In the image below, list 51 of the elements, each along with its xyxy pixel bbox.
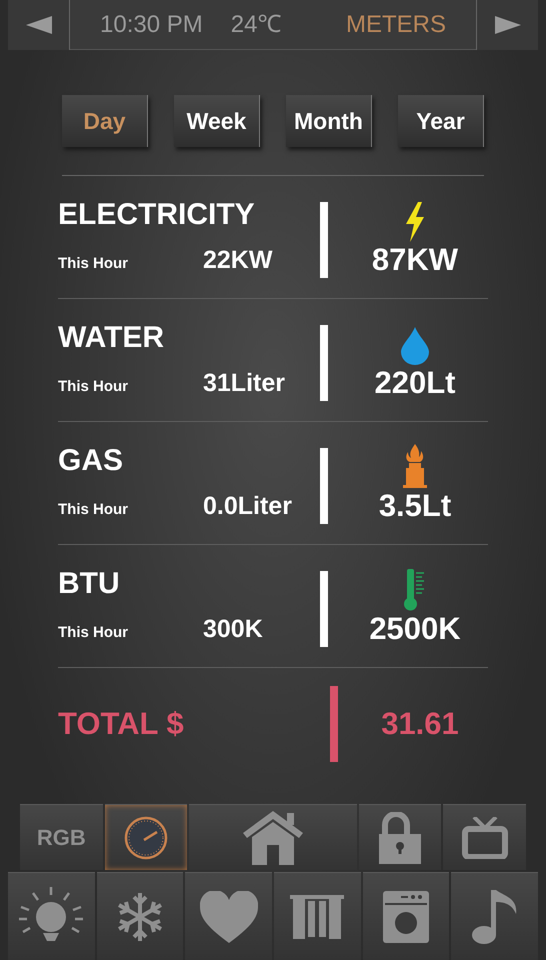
heart-icon (200, 890, 258, 942)
meter-caption: This Hour (58, 500, 129, 520)
gauge-icon (124, 816, 168, 860)
hour-value: 22KW (203, 245, 272, 276)
hour-value: 0.0Liter (203, 491, 292, 522)
previous-button[interactable] (8, 0, 70, 50)
meter-caption: This Hour (58, 623, 129, 643)
total-value: 31.61 (380, 704, 460, 743)
device-tile[interactable] (185, 872, 272, 960)
right-arrow-icon (494, 16, 520, 34)
home-icon (242, 810, 303, 864)
next-button[interactable] (476, 0, 538, 50)
meter-total: 87KW (372, 242, 458, 278)
hour-value: 31Liter (203, 368, 285, 399)
meter-name: ELECTRICITY (58, 198, 256, 232)
music-note-icon (472, 890, 518, 944)
screen-title: METERS (346, 10, 446, 40)
period-tab[interactable]: Week (174, 95, 260, 147)
tv-icon (462, 816, 508, 858)
lightning-icon (404, 202, 426, 242)
meter-total: 3.5Lt (378, 488, 452, 524)
meter-total: 2500K (369, 611, 461, 647)
curtain-icon (290, 894, 344, 938)
water-drop-icon (401, 327, 429, 365)
gas-burner-icon (402, 444, 428, 488)
device-tile[interactable] (451, 872, 538, 960)
total-label: TOTAL $ (58, 704, 185, 743)
meter-name: GAS (58, 444, 124, 478)
thermometer-icon (403, 569, 427, 611)
period-tab[interactable]: Year (398, 95, 484, 147)
device-tile[interactable] (189, 804, 357, 870)
meter-name: BTU (58, 567, 121, 601)
meter-caption: This Hour (58, 377, 129, 397)
device-tile[interactable] (8, 872, 95, 960)
device-tile[interactable] (443, 804, 526, 870)
period-tab[interactable]: Month (286, 95, 372, 147)
padlock-icon (378, 812, 421, 864)
meter-total: 220Lt (374, 365, 456, 401)
clock-time: 10:30 PM (100, 10, 203, 40)
device-tile[interactable] (104, 804, 188, 870)
washing-machine-icon (382, 890, 429, 942)
meter-name: WATER (58, 321, 166, 355)
device-tile[interactable] (358, 804, 442, 870)
device-tile[interactable] (96, 872, 184, 960)
hour-value: 300K (203, 614, 263, 645)
meter-caption: This Hour (58, 254, 129, 274)
device-tile[interactable] (274, 872, 361, 960)
period-tab[interactable]: Day (62, 95, 148, 147)
device-tile[interactable] (362, 872, 450, 960)
temperature: 24℃ (230, 10, 282, 40)
left-arrow-icon (26, 16, 52, 34)
